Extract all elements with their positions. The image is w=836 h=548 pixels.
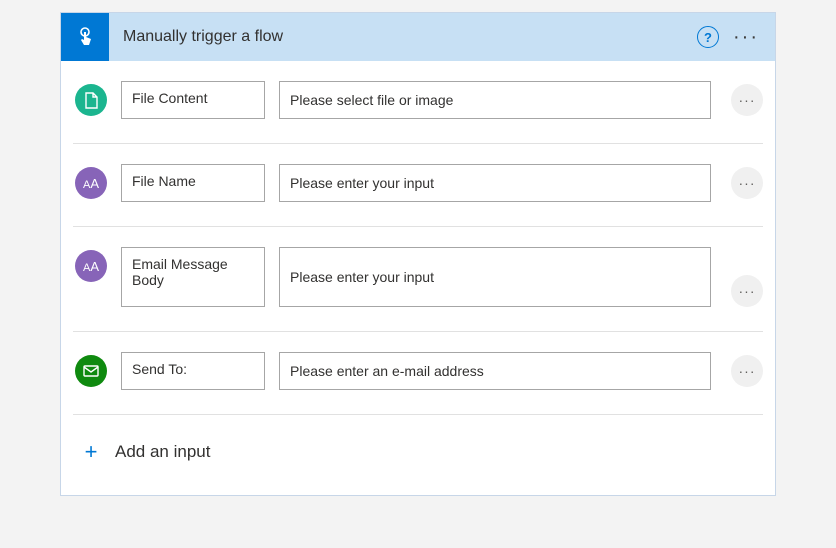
file-icon [84, 92, 99, 109]
input-label[interactable]: File Content [121, 81, 265, 119]
plus-icon: + [75, 439, 107, 465]
inputs-container: File Content ··· AA File Name ··· AA Ema… [61, 61, 775, 495]
text-icon: AA [83, 259, 99, 274]
card-title: Manually trigger a flow [109, 28, 697, 46]
input-row-send-to: Send To: ··· [73, 332, 763, 415]
input-field-file-name[interactable] [279, 164, 711, 202]
file-type-icon [75, 84, 107, 116]
input-field-email-body[interactable] [279, 247, 711, 307]
input-label[interactable]: Email Message Body [121, 247, 265, 307]
input-label[interactable]: Send To: [121, 352, 265, 390]
input-field-send-to[interactable] [279, 352, 711, 390]
email-type-icon [75, 355, 107, 387]
trigger-icon [61, 13, 109, 61]
input-label[interactable]: File Name [121, 164, 265, 202]
envelope-icon [83, 365, 99, 377]
input-row-email-body: AA Email Message Body ··· [73, 227, 763, 332]
input-field-file-content[interactable] [279, 81, 711, 119]
text-type-icon: AA [75, 250, 107, 282]
card-menu-button[interactable]: ··· [733, 27, 759, 47]
row-menu-button[interactable]: ··· [731, 84, 763, 116]
text-icon: AA [83, 176, 99, 191]
row-menu-button[interactable]: ··· [731, 167, 763, 199]
add-input-button[interactable]: + Add an input [73, 415, 763, 495]
row-menu-button[interactable]: ··· [731, 355, 763, 387]
input-row-file-content: File Content ··· [73, 61, 763, 144]
input-row-file-name: AA File Name ··· [73, 144, 763, 227]
text-type-icon: AA [75, 167, 107, 199]
trigger-card: Manually trigger a flow ? ··· File Conte… [60, 12, 776, 496]
touch-icon [73, 25, 97, 49]
row-menu-button[interactable]: ··· [731, 275, 763, 307]
card-header: Manually trigger a flow ? ··· [61, 13, 775, 61]
add-input-label: Add an input [115, 442, 210, 462]
help-icon[interactable]: ? [697, 26, 719, 48]
